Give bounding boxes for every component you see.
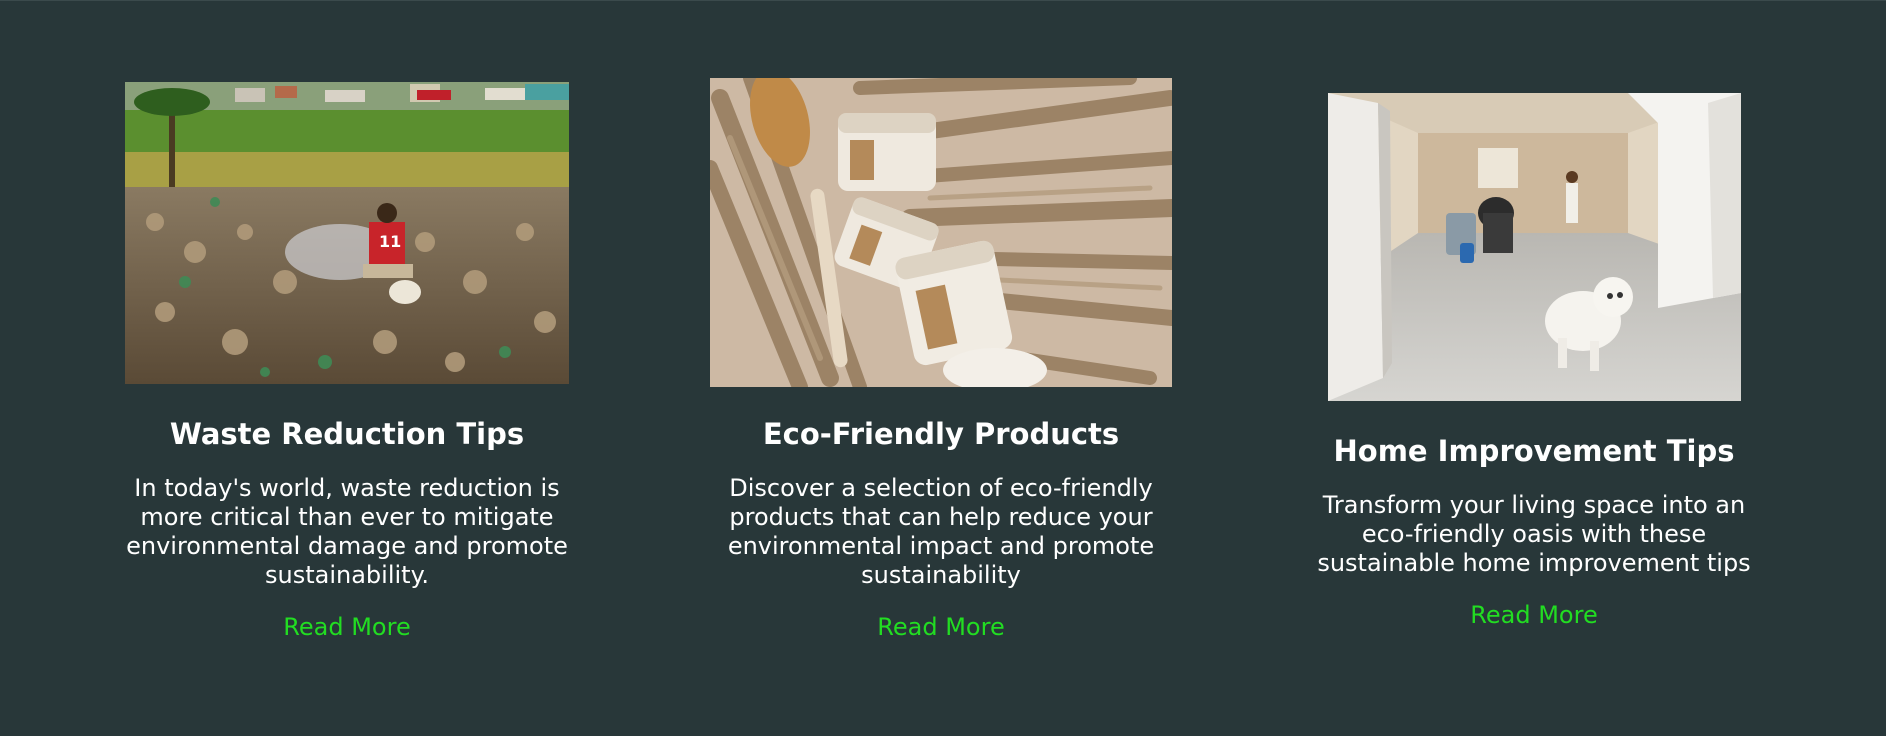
read-more-link[interactable]: Read More <box>877 612 1004 642</box>
card-title: Waste Reduction Tips <box>169 417 525 451</box>
home-improvement-image <box>1327 93 1741 401</box>
home-renovation-photo <box>1327 93 1741 401</box>
card-description: Transform your living space into an eco-… <box>1317 491 1751 577</box>
card-title: Home Improvement Tips <box>1333 434 1735 468</box>
read-more-link[interactable]: Read More <box>1470 600 1597 630</box>
read-more-link[interactable]: Read More <box>283 612 410 642</box>
card-description: Discover a selection of eco-friendly pro… <box>727 474 1155 589</box>
eco-products-photo <box>710 78 1172 387</box>
page: 11 Waste Reduction Tips In today's world… <box>0 0 1886 736</box>
recycling-dump-photo: 11 <box>125 82 569 384</box>
card-description: In today's world, waste reduction is mor… <box>126 474 568 589</box>
article-card-home-improvement: Home Improvement Tips Transform your liv… <box>1305 93 1763 630</box>
card-title: Eco-Friendly Products <box>762 417 1120 451</box>
eco-products-image <box>710 78 1172 387</box>
article-card-waste-reduction: 11 Waste Reduction Tips In today's world… <box>118 82 576 642</box>
article-card-eco-products: Eco-Friendly Products Discover a selecti… <box>710 78 1172 642</box>
waste-reduction-image: 11 <box>125 82 569 384</box>
svg-text:11: 11 <box>379 232 401 251</box>
